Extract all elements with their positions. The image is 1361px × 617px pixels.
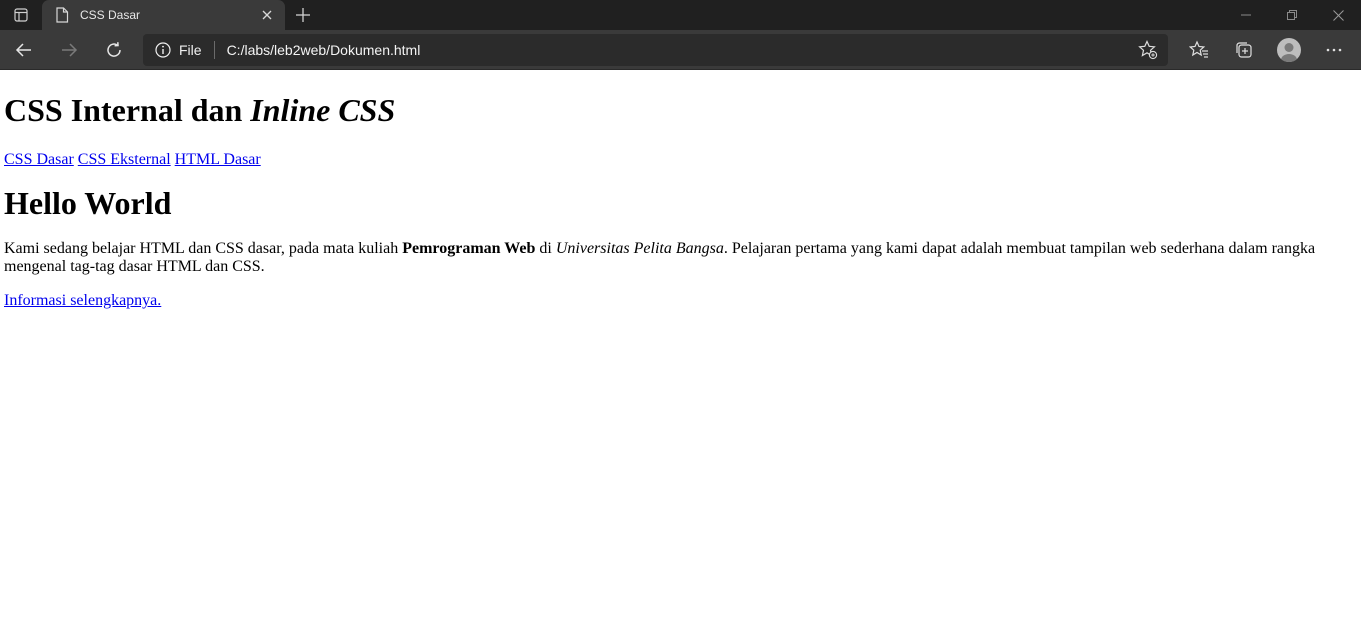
close-icon	[262, 10, 272, 20]
browser-window: CSS Dasar File C:/labs/leb2web/Dokumen.h…	[0, 0, 1361, 617]
close-window-button[interactable]	[1315, 0, 1361, 30]
refresh-button[interactable]	[96, 34, 132, 66]
nav-link-css-eksternal[interactable]: CSS Eksternal	[78, 151, 171, 168]
window-controls	[1223, 0, 1361, 30]
page-title: CSS Internal dan Inline CSS	[4, 91, 1357, 129]
more-horizontal-icon	[1326, 48, 1341, 51]
document-icon	[54, 7, 70, 23]
url-text[interactable]: C:/labs/leb2web/Dokumen.html	[227, 42, 1130, 58]
address-separator	[213, 40, 215, 59]
nav-links: CSS Dasar CSS Eksternal HTML Dasar	[4, 151, 1357, 169]
restore-button[interactable]	[1269, 0, 1315, 30]
paragraph-text-2: di	[535, 240, 556, 257]
minimize-button[interactable]	[1223, 0, 1269, 30]
collections-icon	[1235, 41, 1252, 58]
refresh-icon	[107, 41, 121, 57]
nav-link-css-dasar[interactable]: CSS Dasar	[4, 151, 74, 168]
back-button[interactable]	[6, 34, 42, 66]
profile-button[interactable]	[1266, 34, 1311, 66]
toolbar-right-tools	[1176, 34, 1356, 66]
paragraph-text-1: Kami sedang belajar HTML dan CSS dasar, …	[4, 240, 403, 257]
arrow-left-icon	[15, 42, 31, 57]
more-menu-button[interactable]	[1311, 34, 1356, 66]
favorites-button[interactable]	[1176, 34, 1221, 66]
avatar	[1276, 37, 1301, 62]
tab-title: CSS Dasar	[80, 8, 141, 22]
star-add-icon	[1138, 39, 1158, 59]
add-favorite-button[interactable]	[1130, 35, 1166, 65]
arrow-right-icon	[62, 42, 78, 57]
page-viewport: CSS Internal dan Inline CSS CSS Dasar CS…	[0, 70, 1361, 617]
forward-button[interactable]	[51, 34, 87, 66]
site-info-label: File	[179, 41, 202, 58]
minimize-icon	[1241, 14, 1251, 16]
collections-button[interactable]	[1221, 34, 1266, 66]
section-heading: Hello World	[4, 185, 172, 221]
page-content: CSS Internal dan Inline CSS CSS Dasar CS…	[0, 91, 1361, 310]
close-icon	[1332, 9, 1344, 21]
page-title-italic: Inline CSS	[250, 92, 396, 128]
more-info-link[interactable]: Informasi selengkapnya.	[4, 292, 161, 309]
user-icon	[1280, 42, 1297, 62]
restore-icon	[1287, 10, 1297, 20]
tab-strip: CSS Dasar	[0, 0, 1361, 30]
new-tab-button[interactable]	[287, 0, 319, 30]
tab-actions-icon	[14, 8, 28, 22]
nav-link-html-dasar[interactable]: HTML Dasar	[175, 151, 261, 168]
favorites-icon	[1188, 40, 1208, 58]
navigation-toolbar: File C:/labs/leb2web/Dokumen.html	[0, 30, 1361, 70]
info-icon	[155, 41, 171, 58]
plus-icon	[296, 8, 310, 22]
page-title-text: CSS Internal dan	[4, 92, 251, 128]
content-paragraph: Kami sedang belajar HTML dan CSS dasar, …	[4, 240, 1357, 276]
paragraph-bold: Pemrograman Web	[402, 240, 536, 257]
tab-active[interactable]: CSS Dasar	[42, 0, 285, 30]
paragraph-italic: Universitas Pelita Bangsa	[555, 240, 724, 257]
site-info-button[interactable]: File	[155, 42, 202, 58]
address-bar[interactable]: File C:/labs/leb2web/Dokumen.html	[143, 33, 1168, 66]
more-info-container: Informasi selengkapnya.	[4, 292, 1357, 310]
close-tab-button[interactable]	[259, 7, 275, 23]
tab-actions-button[interactable]	[0, 0, 42, 30]
